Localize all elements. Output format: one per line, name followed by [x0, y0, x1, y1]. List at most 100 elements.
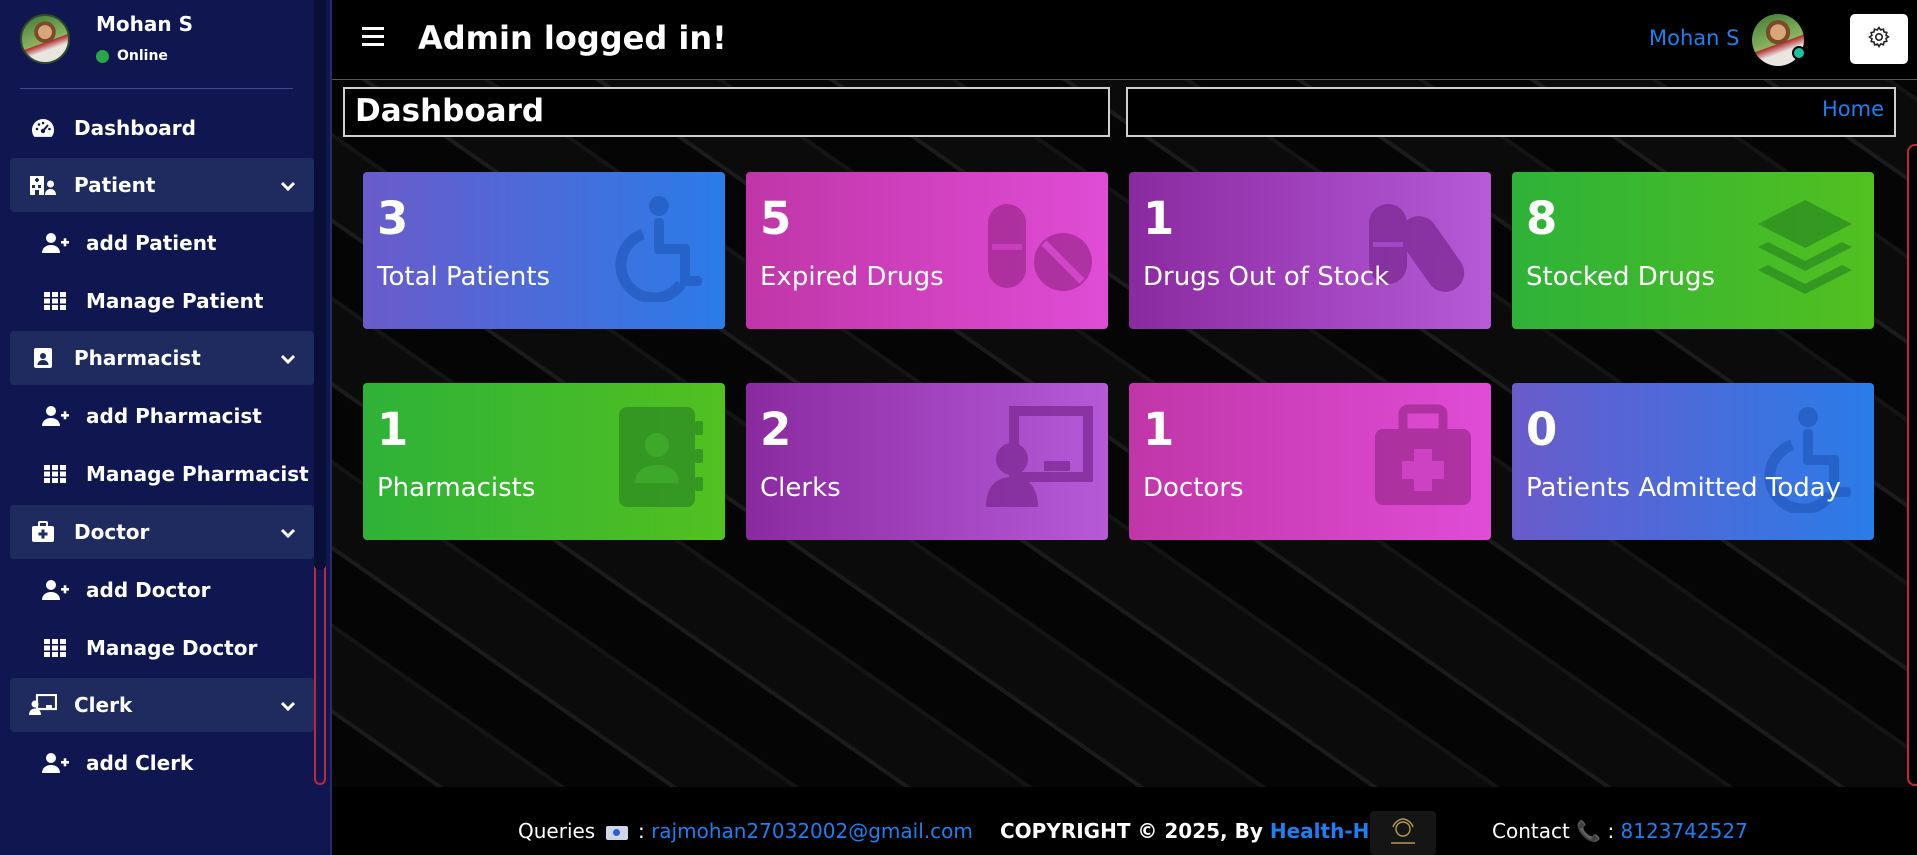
online-status-label: Online [117, 48, 168, 64]
footer-copyright: COPYRIGHT © 2025, By Health-Hub [1000, 819, 1398, 843]
gear-icon [1867, 25, 1891, 53]
stat-card-doctors[interactable]: 1 Doctors [1129, 383, 1491, 540]
stat-label: Pharmacists [377, 473, 536, 503]
sidebar-user-name: Mohan S [96, 12, 193, 36]
hospital-user-icon [28, 173, 58, 197]
footer-phone-link[interactable]: 8123742527 [1621, 819, 1748, 843]
wheelchair-icon [601, 192, 711, 304]
sidebar-item-add-pharmacist[interactable]: add Pharmacist [10, 389, 314, 443]
health-hub-logo [1370, 811, 1436, 855]
sidebar: Mohan S Online Dashboard Patient add Pat… [0, 0, 332, 855]
user-plus-icon [40, 404, 70, 428]
page-title: Dashboard [355, 93, 545, 129]
dashboard-gauge-icon [28, 116, 58, 140]
breadcrumb: Home [1126, 87, 1896, 137]
sidebar-item-dashboard[interactable]: Dashboard [10, 101, 314, 155]
sidebar-item-manage-pharmacist[interactable]: Manage Pharmacist [10, 447, 314, 501]
sidebar-item-label: Manage Patient [86, 289, 264, 313]
settings-button[interactable] [1850, 14, 1908, 64]
chevron-down-icon [280, 173, 296, 197]
stat-label: Stocked Drugs [1526, 262, 1716, 292]
online-status: Online [96, 48, 193, 64]
sidebar-item-add-patient[interactable]: add Patient [10, 216, 314, 270]
medkit-icon [28, 520, 58, 544]
stat-label: Clerks [760, 473, 841, 503]
sidebar-item-add-clerk[interactable]: add Clerk [10, 736, 314, 790]
grid-icon [40, 289, 70, 313]
chevron-down-icon [280, 520, 296, 544]
chalkboard-teacher-icon [984, 403, 1094, 513]
sidebar-item-label: Manage Doctor [86, 636, 258, 660]
sidebar-scrollbar-thumb[interactable] [314, 0, 326, 570]
sidebar-item-label: add Pharmacist [86, 404, 262, 428]
chalkboard-user-icon [28, 693, 58, 717]
sidebar-item-label: Clerk [74, 693, 133, 717]
sidebar-item-clerk[interactable]: Clerk [10, 678, 314, 732]
stat-value: 1 [1143, 403, 1175, 456]
user-plus-icon [40, 231, 70, 255]
sidebar-item-label: Patient [74, 173, 156, 197]
colon-separator: : [637, 819, 645, 843]
sidebar-item-label: Pharmacist [74, 346, 201, 370]
stat-label: Expired Drugs [760, 262, 944, 292]
stat-label: Patients Admitted Today [1526, 473, 1842, 503]
footer: Queries : rajmohan27032002@gmail.com COP… [332, 787, 1917, 855]
grid-icon [40, 462, 70, 486]
sidebar-item-manage-doctor[interactable]: Manage Doctor [10, 621, 314, 675]
sidebar-item-label: Manage Pharmacist [86, 462, 309, 486]
phone-icon: 📞 [1576, 819, 1602, 843]
sidebar-item-label: add Doctor [86, 578, 211, 602]
sidebar-item-label: Doctor [74, 520, 150, 544]
main-scrollbar[interactable] [1907, 144, 1917, 786]
menu-toggle-icon[interactable] [362, 27, 384, 49]
chevron-down-icon [280, 693, 296, 717]
sidebar-item-add-doctor[interactable]: add Doctor [10, 563, 314, 617]
stat-card-patients-admitted-today[interactable]: 0 Patients Admitted Today [1512, 383, 1874, 540]
sidebar-user-panel: Mohan S Online [20, 12, 193, 64]
online-dot-icon [96, 49, 109, 63]
sidebar-item-label: add Clerk [86, 751, 194, 775]
stat-value: 1 [377, 403, 409, 456]
page-title-box: Dashboard [343, 87, 1110, 137]
grid-icon [40, 636, 70, 660]
top-navbar: Admin logged in! Mohan S [332, 0, 1917, 80]
stat-value: 3 [377, 192, 409, 245]
footer-email-link[interactable]: rajmohan27032002@gmail.com [651, 819, 973, 843]
stat-card-pharmacists[interactable]: 1 Pharmacists [363, 383, 725, 540]
copyright-text: COPYRIGHT © 2025, By [1000, 819, 1263, 843]
online-dot-icon [1792, 46, 1806, 60]
stat-value: 1 [1143, 192, 1175, 245]
address-book-icon [601, 403, 711, 513]
sidebar-item-label: Dashboard [74, 116, 196, 140]
email-icon [605, 825, 628, 840]
breadcrumb-home-link[interactable]: Home [1822, 97, 1884, 121]
pills-icon [984, 192, 1094, 302]
contact-label: Contact [1492, 819, 1570, 843]
page-header-title: Admin logged in! [418, 19, 727, 57]
sidebar-item-patient[interactable]: Patient [10, 158, 314, 212]
sidebar-item-doctor[interactable]: Doctor [10, 505, 314, 559]
stat-card-total-patients[interactable]: 3 Total Patients [363, 172, 725, 329]
sidebar-item-pharmacist[interactable]: Pharmacist [10, 331, 314, 385]
sidebar-divider [20, 88, 293, 89]
medkit-icon [1367, 403, 1477, 513]
footer-queries: Queries : rajmohan27032002@gmail.com [518, 819, 973, 843]
main-content: Dashboard Home 3 Total Patients 5 Expire… [332, 80, 1917, 787]
queries-label: Queries [518, 819, 596, 843]
sidebar-item-manage-patient[interactable]: Manage Patient [10, 274, 314, 328]
header-user-name[interactable]: Mohan S [1649, 26, 1739, 50]
layer-group-icon [1750, 192, 1860, 302]
stat-value: 8 [1526, 192, 1558, 245]
stat-card-clerks[interactable]: 2 Clerks [746, 383, 1108, 540]
stat-card-expired-drugs[interactable]: 5 Expired Drugs [746, 172, 1108, 329]
user-avatar [20, 14, 70, 64]
header-avatar[interactable] [1752, 14, 1806, 66]
stat-value: 5 [760, 192, 792, 245]
stat-label: Doctors [1143, 473, 1244, 503]
stat-card-stocked-drugs[interactable]: 8 Stocked Drugs [1512, 172, 1874, 329]
stat-value: 2 [760, 403, 792, 456]
id-badge-icon [28, 346, 58, 370]
chevron-down-icon [280, 346, 296, 370]
stat-card-drugs-out-of-stock[interactable]: 1 Drugs Out of Stock [1129, 172, 1491, 329]
user-plus-icon [40, 578, 70, 602]
